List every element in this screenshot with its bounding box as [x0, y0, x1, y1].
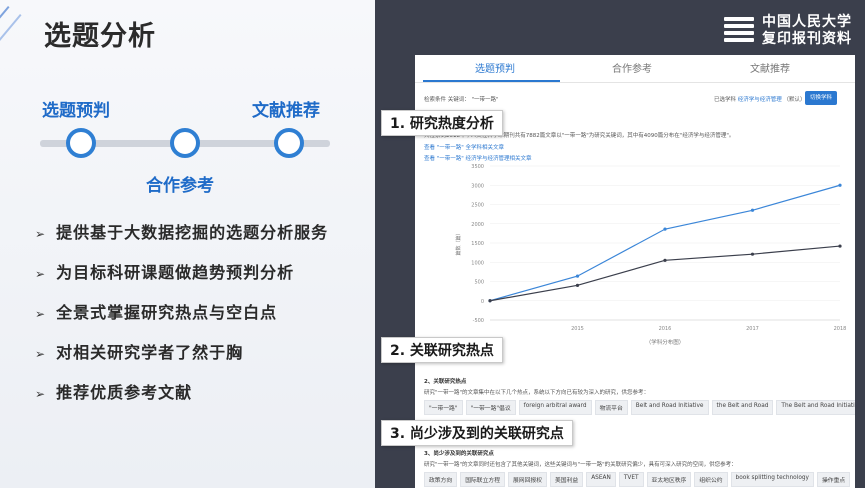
bullet-item: ➢ 为目标科研课题做趋势预判分析: [35, 263, 295, 282]
arrow-icon: ➢: [35, 387, 47, 401]
gap-tag[interactable]: 展网回报权: [508, 472, 547, 487]
hot-tag[interactable]: foreign arbitral award: [518, 400, 592, 415]
trend-chart: -500 0 500 1000 1500 2000 2500 3000 3500 2015 2016…: [455, 164, 847, 346]
switch-subject-button[interactable]: 切换学科: [805, 91, 837, 105]
gap-tags: 政策方向 国际联立方程 展网回报权 美国利益 ASEAN TVET 亚太地区秩序…: [424, 472, 851, 487]
data-point: [663, 227, 667, 231]
stage-label-forecast: 选题预判: [42, 101, 110, 121]
x-tick-label: 2017: [746, 326, 759, 332]
active-tab-indicator: [423, 80, 560, 82]
hot-tag[interactable]: "一带一路": [424, 400, 463, 415]
x-tick-label: 2016: [659, 326, 672, 332]
y-tick-label: 500: [474, 280, 484, 286]
y-tick-label: 1500: [471, 241, 484, 247]
subject-selection: 已选学科 经济学与经济管理 （默认）: [714, 97, 806, 103]
callout-heat-analysis: 1. 研究热度分析: [381, 110, 503, 136]
tab-forecast[interactable]: 选题预判: [475, 60, 515, 75]
hot-tag[interactable]: 物流平台: [594, 400, 628, 415]
data-point: [575, 283, 580, 287]
y-tick-label: -500: [473, 318, 484, 324]
data-point: [575, 274, 580, 278]
arrow-icon: ➢: [35, 347, 47, 361]
timeline-node-2: [170, 128, 200, 158]
slide-panel: 选题分析 选题预判 合作参考 文献推荐 ➢ 提供基于大数据挖掘的选题分析服务 ➢ 为…: [0, 0, 375, 488]
gap-tag[interactable]: 政策方向: [424, 472, 458, 487]
y-tick-label: 1000: [471, 260, 484, 266]
section3-desc: 研究"一带一路"的文章同时还包含了其他关键词，这些关键词与"一带一路"的关联研究…: [424, 462, 737, 468]
gap-tag[interactable]: 国际联立方程: [460, 472, 505, 487]
bullet-item: ➢ 提供基于大数据挖掘的选题分析服务: [35, 223, 329, 242]
gap-tag[interactable]: TVET: [618, 472, 644, 487]
timeline-node-1: [66, 128, 96, 158]
x-axis-label: （学科分布图）: [646, 338, 685, 346]
section3-title: 3、尚少涉及到的关联研究点: [424, 451, 494, 457]
gap-tag[interactable]: 美国利益: [550, 472, 584, 487]
arrow-icon: ➢: [35, 227, 47, 241]
hot-tag[interactable]: Belt and Road Initiative: [630, 400, 709, 415]
stage-label-literature: 文献推荐: [252, 101, 320, 121]
search-condition: 检索条件 关键词： "一带一路": [424, 97, 499, 103]
data-point: [750, 252, 755, 256]
data-point: [750, 208, 755, 212]
y-axis-label: 篇数（篇）: [455, 230, 462, 255]
slide-title: 选题分析: [44, 21, 156, 52]
hot-tag[interactable]: "一带一路"倡议: [465, 400, 516, 415]
timeline-node-3: [274, 128, 304, 158]
bullet-item: ➢ 对相关研究学者了然于胸: [35, 343, 244, 362]
selected-subject-link[interactable]: 经济学与经济管理: [738, 97, 782, 103]
data-point: [488, 299, 492, 303]
hot-tag[interactable]: the Belt and Road: [711, 400, 774, 415]
logo-icon: [724, 15, 754, 47]
y-tick-label: 2500: [471, 203, 484, 209]
y-tick-label: 3500: [471, 164, 484, 170]
series-line-2: [489, 245, 841, 302]
screenshot-panel: 中国人民大学 复印报刊资料 选题预判 合作参考 文献推荐 检索条件 关键词： "…: [375, 0, 865, 488]
hot-tag[interactable]: The Belt and Road Initiative: [776, 400, 855, 415]
logo-line-2: 复印报刊资料: [762, 31, 852, 47]
gap-tag[interactable]: ASEAN: [586, 472, 616, 487]
callout-research-gaps: 3. 尚少涉及到的关联研究点: [381, 420, 573, 446]
y-tick-label: 0: [481, 299, 484, 305]
gap-tag[interactable]: 组织公约: [694, 472, 728, 487]
gap-tag[interactable]: 操作重点: [816, 472, 851, 487]
x-tick-label: 2015: [571, 326, 584, 332]
callout-related-hotspots: 2. 关联研究热点: [381, 337, 503, 363]
link-all-subjects[interactable]: 查看 "一带一路" 全学科相关文章: [424, 143, 504, 151]
x-tick-label: 2018: [834, 326, 847, 332]
stage-label-cooperation: 合作参考: [146, 176, 214, 196]
section2-title: 2、关联研究热点: [424, 379, 467, 385]
tab-cooperation[interactable]: 合作参考: [612, 60, 652, 75]
bullet-item: ➢ 全景式掌握研究热点与空白点: [35, 303, 278, 322]
section2-desc: 研究"一带一路"的文章集中在以下几个热点，系统以下方向已有较为深入的研究，供您参…: [424, 390, 650, 396]
data-point: [838, 183, 842, 187]
data-point: [663, 258, 667, 262]
tab-bar: 选题预判 合作参考 文献推荐: [415, 55, 855, 83]
arrow-icon: ➢: [35, 267, 47, 281]
data-point: [838, 244, 842, 248]
gap-tag[interactable]: 亚太地区秩序: [646, 472, 692, 487]
logo-line-1: 中国人民大学: [762, 14, 852, 30]
tab-literature[interactable]: 文献推荐: [750, 60, 790, 75]
y-tick-label: 3000: [471, 183, 484, 189]
decorative-stripe: [0, 14, 22, 50]
hot-tags: "一带一路" "一带一路"倡议 foreign arbitral award 物…: [424, 400, 855, 415]
gap-tag[interactable]: book splitting technology: [730, 472, 814, 487]
logo: 中国人民大学 复印报刊资料: [724, 14, 852, 48]
y-tick-label: 2000: [471, 222, 484, 228]
bullet-item: ➢ 推荐优质参考文献: [35, 383, 193, 402]
arrow-icon: ➢: [35, 307, 47, 321]
